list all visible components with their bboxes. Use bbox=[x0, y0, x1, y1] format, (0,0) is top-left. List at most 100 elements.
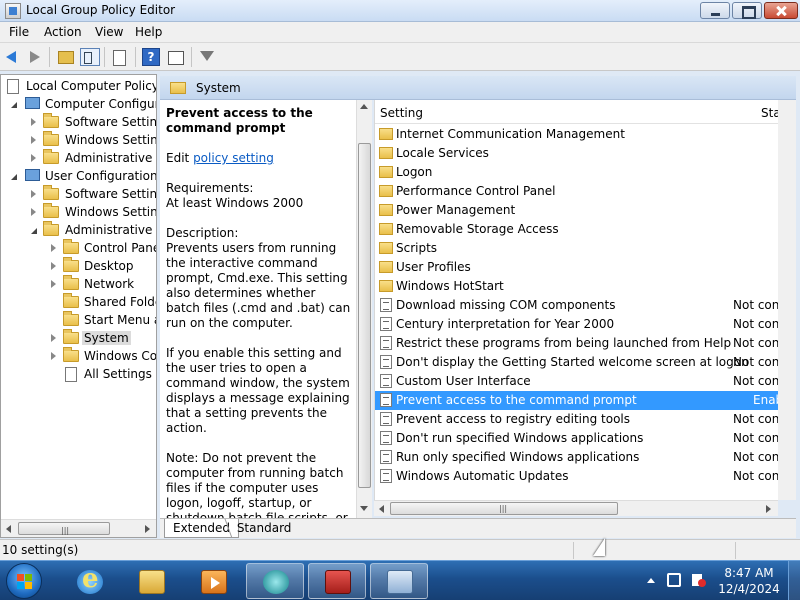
taskbar-media-player[interactable] bbox=[184, 563, 242, 599]
collapsed-arrow-icon[interactable] bbox=[31, 190, 36, 198]
tree-item-user-configuration[interactable]: User Configuration bbox=[5, 168, 156, 186]
tab-standard[interactable]: Standard bbox=[224, 519, 304, 538]
collapsed-arrow-icon[interactable] bbox=[51, 352, 56, 360]
scroll-up-icon[interactable] bbox=[360, 104, 368, 109]
setting-name: Don't display the Getting Started welcom… bbox=[396, 355, 749, 369]
help-icon[interactable]: ? bbox=[142, 48, 160, 66]
view-icon[interactable] bbox=[166, 48, 184, 66]
collapsed-arrow-icon[interactable] bbox=[51, 244, 56, 252]
list-horizontal-scrollbar[interactable]: ||| bbox=[374, 500, 778, 516]
collapsed-arrow-icon[interactable] bbox=[51, 280, 56, 288]
list-folder-row[interactable]: Internet Communication Management bbox=[375, 125, 778, 144]
tree-item-administrative-templates[interactable]: Administrative Te bbox=[5, 149, 156, 168]
menu-help[interactable]: Help bbox=[135, 25, 162, 39]
list-folder-row[interactable]: Power Management bbox=[375, 201, 778, 220]
list-setting-row[interactable]: Prevent access to registry editing tools… bbox=[375, 410, 778, 429]
setting-name: User Profiles bbox=[396, 260, 471, 274]
menu-file[interactable]: File bbox=[9, 25, 29, 39]
tree-item-windows-components[interactable]: Windows Cor bbox=[5, 347, 156, 366]
taskbar-toolbox[interactable] bbox=[308, 563, 366, 599]
show-hidden-icons-icon[interactable] bbox=[647, 578, 655, 583]
list-setting-row[interactable]: Run only specified Windows applications N… bbox=[375, 448, 778, 467]
tree-item-local-computer-policy[interactable]: Local Computer Policy bbox=[5, 78, 156, 96]
filter-icon[interactable] bbox=[198, 48, 216, 66]
expanded-arrow-icon[interactable] bbox=[31, 228, 37, 234]
list-folder-row[interactable]: User Profiles bbox=[375, 258, 778, 277]
folder-icon bbox=[63, 347, 79, 362]
taskbar-windows-explorer[interactable] bbox=[122, 563, 180, 599]
tree-item-user-windows-settings[interactable]: Windows Setting bbox=[5, 203, 156, 222]
show-hide-tree-icon[interactable] bbox=[80, 48, 100, 66]
tree-item-system[interactable]: System bbox=[5, 329, 155, 348]
close-button[interactable] bbox=[764, 2, 798, 19]
tree-item-network[interactable]: Network bbox=[5, 275, 155, 294]
list-setting-row[interactable]: Don't display the Getting Started welcom… bbox=[375, 353, 778, 372]
collapsed-arrow-icon[interactable] bbox=[51, 262, 56, 270]
column-setting[interactable]: Setting bbox=[380, 106, 423, 120]
list-setting-row[interactable]: Windows Automatic Updates Not conf bbox=[375, 467, 778, 486]
network-icon[interactable] bbox=[667, 573, 681, 587]
scroll-left-icon[interactable] bbox=[379, 505, 384, 513]
folder-icon bbox=[43, 113, 59, 128]
collapsed-arrow-icon[interactable] bbox=[31, 208, 36, 216]
tree-item-computer-configuration[interactable]: Computer Configura bbox=[5, 96, 156, 114]
show-desktop-button[interactable] bbox=[788, 561, 800, 600]
tree-item-control-panel[interactable]: Control Panel bbox=[5, 239, 156, 258]
collapsed-arrow-icon[interactable] bbox=[31, 136, 36, 144]
tree-item-all-settings[interactable]: All Settings bbox=[5, 366, 155, 384]
list-setting-row[interactable]: Century interpretation for Year 2000 Not … bbox=[375, 315, 778, 334]
volume-muted-icon[interactable] bbox=[692, 574, 706, 587]
list-vertical-scrollbar[interactable] bbox=[778, 100, 796, 500]
back-icon[interactable] bbox=[4, 48, 22, 66]
list-setting-row[interactable]: Don't run specified Windows applications… bbox=[375, 429, 778, 448]
scroll-right-icon[interactable] bbox=[145, 525, 150, 533]
list-folder-row[interactable]: Scripts bbox=[375, 239, 778, 258]
tree-horizontal-scrollbar[interactable]: ||| bbox=[1, 519, 156, 537]
collapsed-arrow-icon[interactable] bbox=[31, 154, 36, 162]
tree-item-user-administrative-templates[interactable]: Administrative Te bbox=[5, 221, 156, 240]
tree-item-user-software-settings[interactable]: Software Settings bbox=[5, 185, 156, 204]
clock[interactable]: 8:47 AM 12/4/2024 bbox=[716, 565, 782, 597]
scroll-down-icon[interactable] bbox=[360, 506, 368, 511]
scroll-right-icon[interactable] bbox=[766, 505, 771, 513]
tree-item-start-menu[interactable]: Start Menu ar bbox=[5, 311, 156, 330]
list-setting-row[interactable]: Custom User Interface Not conf bbox=[375, 372, 778, 391]
expanded-arrow-icon[interactable] bbox=[11, 102, 17, 108]
policy-setting-icon bbox=[380, 336, 392, 350]
forward-icon[interactable] bbox=[26, 48, 44, 66]
taskbar-group-policy-editor[interactable] bbox=[370, 563, 428, 599]
description-scrollbar[interactable] bbox=[356, 100, 372, 518]
start-button[interactable] bbox=[6, 563, 42, 599]
minimize-button[interactable] bbox=[700, 2, 730, 19]
maximize-button[interactable] bbox=[732, 2, 762, 19]
list-folder-row[interactable]: Logon bbox=[375, 163, 778, 182]
tree-item-software-settings[interactable]: Software Settings bbox=[5, 113, 156, 132]
expanded-arrow-icon[interactable] bbox=[11, 174, 17, 180]
list-folder-row[interactable]: Locale Services bbox=[375, 144, 778, 163]
taskbar-app[interactable] bbox=[246, 563, 304, 599]
policy-setting-link[interactable]: policy setting bbox=[193, 151, 274, 165]
scroll-left-icon[interactable] bbox=[6, 525, 11, 533]
setting-name: Prevent access to the command prompt bbox=[396, 393, 637, 407]
tree-item-shared-folders[interactable]: Shared Folder bbox=[5, 293, 156, 312]
taskbar-internet-explorer[interactable] bbox=[60, 563, 118, 599]
scroll-thumb[interactable]: ||| bbox=[390, 502, 618, 515]
column-state[interactable]: Sta bbox=[761, 106, 778, 120]
list-folder-row[interactable]: Performance Control Panel bbox=[375, 182, 778, 201]
list-setting-row[interactable]: Restrict these programs from being launc… bbox=[375, 334, 778, 353]
scroll-thumb[interactable] bbox=[358, 143, 371, 488]
export-list-icon[interactable] bbox=[110, 48, 128, 66]
list-setting-row[interactable]: Prevent access to the command prompt Enab bbox=[375, 391, 778, 410]
tree-item-windows-settings[interactable]: Windows Setting bbox=[5, 131, 156, 150]
menu-action[interactable]: Action bbox=[44, 25, 82, 39]
list-folder-row[interactable]: Removable Storage Access bbox=[375, 220, 778, 239]
tree-item-desktop[interactable]: Desktop bbox=[5, 257, 155, 276]
folder-icon bbox=[63, 293, 79, 308]
list-folder-row[interactable]: Windows HotStart bbox=[375, 277, 778, 296]
collapsed-arrow-icon[interactable] bbox=[31, 118, 36, 126]
menu-view[interactable]: View bbox=[95, 25, 123, 39]
collapsed-arrow-icon[interactable] bbox=[51, 334, 56, 342]
scroll-thumb[interactable]: ||| bbox=[18, 522, 110, 535]
list-setting-row[interactable]: Download missing COM components Not conf bbox=[375, 296, 778, 315]
up-folder-icon[interactable] bbox=[56, 48, 74, 66]
